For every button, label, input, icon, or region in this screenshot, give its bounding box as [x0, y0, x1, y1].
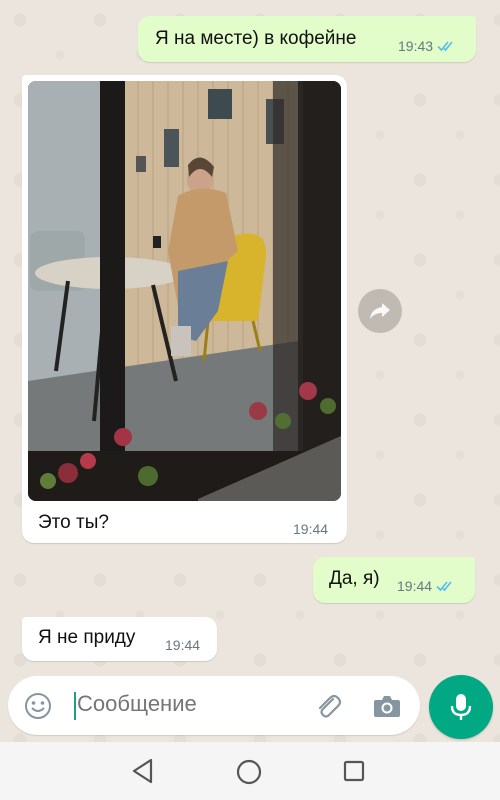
- incoming-photo-message[interactable]: Это ты? 19:44: [22, 75, 347, 543]
- forward-button[interactable]: [358, 289, 402, 333]
- message-time: 19:43: [398, 38, 434, 54]
- text-cursor: [74, 692, 76, 720]
- message-time: 19:44: [397, 578, 433, 594]
- message-input[interactable]: [77, 691, 297, 717]
- message-meta: 19:43: [398, 38, 457, 54]
- message-composer: [8, 676, 420, 735]
- message-meta: 19:44: [397, 578, 456, 594]
- incoming-message[interactable]: Я не приду 19:44: [22, 617, 217, 661]
- microphone-icon: [450, 694, 472, 720]
- voice-message-button[interactable]: [429, 675, 493, 739]
- system-navigation-bar: [0, 742, 500, 800]
- camera-icon[interactable]: [372, 692, 402, 720]
- photo-image: [28, 81, 341, 501]
- recents-square-icon[interactable]: [343, 760, 365, 782]
- home-circle-icon[interactable]: [236, 759, 262, 785]
- outgoing-message[interactable]: Да, я) 19:44: [313, 557, 475, 603]
- outgoing-message[interactable]: Я на месте) в кофейне 19:43: [138, 16, 476, 62]
- message-meta: 19:44: [293, 521, 328, 537]
- message-meta: 19:44: [165, 637, 200, 653]
- message-text: Я не приду: [38, 627, 136, 648]
- photo-caption: Это ты?: [38, 512, 109, 533]
- message-time: 19:44: [293, 521, 329, 537]
- read-receipt-icon: [437, 41, 453, 52]
- paperclip-icon[interactable]: [313, 691, 343, 721]
- message-text: Я на месте) в кофейне: [155, 28, 357, 49]
- message-text: Да, я): [329, 568, 380, 589]
- back-triangle-icon[interactable]: [131, 758, 155, 784]
- forward-arrow-icon: [370, 303, 390, 319]
- message-time: 19:44: [165, 637, 201, 653]
- cafe-photo[interactable]: [28, 81, 341, 501]
- read-receipt-icon: [436, 581, 452, 592]
- emoji-icon[interactable]: [23, 691, 53, 721]
